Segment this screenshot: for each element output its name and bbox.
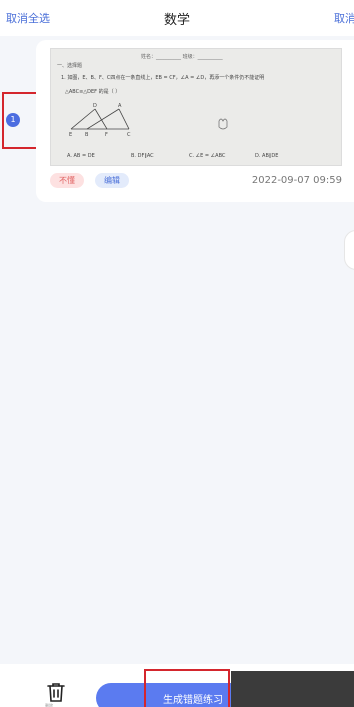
thumb-header-line: 姓名：__________ 班级：__________ bbox=[141, 53, 223, 60]
page-title: 数学 bbox=[163, 13, 190, 28]
tag-dont-understand[interactable]: 不懂 bbox=[50, 173, 84, 188]
worksheet-photo: 姓名：__________ 班级：__________ 一、选择题 1. 如图，… bbox=[51, 49, 341, 165]
option-c: C. ∠E = ∠ABC bbox=[189, 153, 226, 159]
thumb-section: 一、选择题 bbox=[57, 62, 82, 69]
cancel-button[interactable]: 取消 bbox=[334, 10, 354, 26]
option-a: A. AB = DE bbox=[67, 153, 95, 159]
fig-label-a: A bbox=[118, 103, 122, 109]
top-nav-bar: 取消全选 数学 取消 bbox=[0, 0, 354, 36]
question-thumbnail[interactable]: 姓名：__________ 班级：__________ 一、选择题 1. 如图，… bbox=[50, 48, 342, 166]
thumb-question-cont: △ABC≌△DEF 的是（ ） bbox=[65, 88, 120, 95]
button-highlight-box bbox=[144, 669, 230, 707]
trash-icon[interactable] bbox=[44, 680, 68, 704]
side-drawer-handle[interactable] bbox=[344, 230, 354, 270]
option-b: B. DF∥AC bbox=[131, 153, 154, 159]
fig-label-f: F bbox=[105, 132, 108, 138]
thumb-question: 1. 如图，E、B、F、C四点在一条直线上，EB = CF，∠A = ∠D，再添… bbox=[61, 74, 264, 81]
fig-label-c: C bbox=[127, 132, 131, 138]
check-circle-icon[interactable]: 1 bbox=[6, 113, 20, 127]
option-d: D. AB∥DE bbox=[255, 153, 278, 159]
fig-label-b: B bbox=[85, 132, 89, 138]
question-datetime: 2022-09-07 09:59 bbox=[251, 175, 342, 186]
question-card[interactable]: 姓名：__________ 班级：__________ 一、选择题 1. 如图，… bbox=[36, 40, 354, 202]
dark-overlay bbox=[231, 671, 354, 707]
fig-label-e: E bbox=[69, 132, 72, 138]
fig-label-d: D bbox=[93, 103, 97, 109]
tag-edit[interactable]: 编辑 bbox=[95, 173, 129, 188]
delete-label: 删除 bbox=[45, 703, 53, 707]
